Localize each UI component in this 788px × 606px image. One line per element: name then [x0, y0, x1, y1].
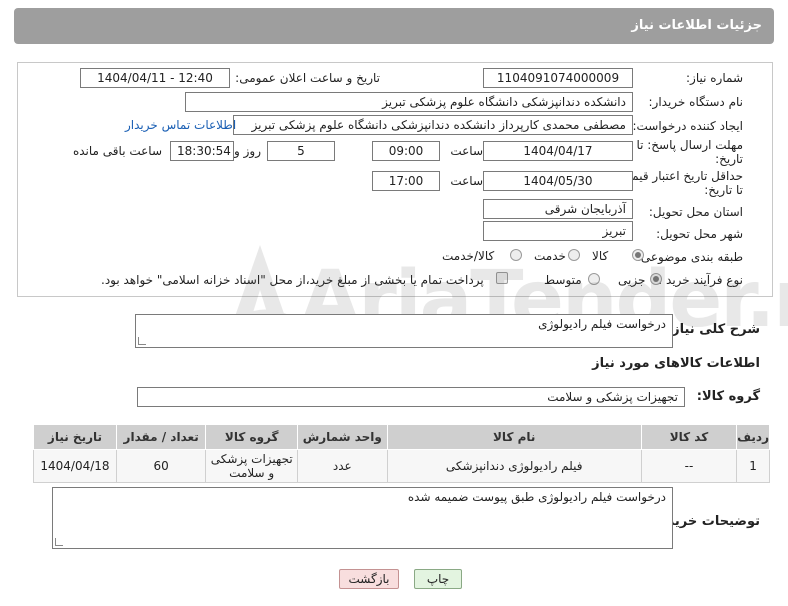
buyer-notes-text: درخواست فیلم رادیولوژی طبق پیوست ضمیمه ش… — [407, 490, 666, 504]
cell-row-number: 1 — [736, 449, 770, 483]
process-type-label: نوع فرآیند خرید : — [658, 273, 743, 287]
goods-section-title: اطلاعات کالاهای مورد نیاز — [592, 356, 760, 371]
print-button[interactable]: چاپ — [414, 569, 462, 589]
deadline-label-line1: مهلت ارسال پاسخ: تا — [636, 138, 743, 152]
days-remaining-field: 5 — [267, 141, 335, 161]
province-field: آذربایجان شرقی — [483, 199, 633, 219]
col-item-code: کد کالا — [640, 424, 738, 450]
col-item-group: گروه کالا — [205, 424, 298, 450]
items-table: ردیف کد کالا نام کالا واحد شمارش گروه کا… — [33, 424, 770, 483]
cell-need-date: 1404/04/18 — [33, 449, 117, 483]
deadline-time-label: ساعت — [450, 144, 483, 158]
process-medium-label: متوسط — [544, 273, 582, 287]
province-label: استان محل تحویل: — [648, 205, 743, 219]
cell-unit: عدد — [296, 449, 388, 483]
category-goods-service-radio[interactable] — [510, 249, 522, 261]
need-number-field: 1104091074000009 — [483, 68, 633, 88]
buyer-org-label: نام دستگاه خریدار: — [648, 95, 744, 109]
process-minor-label: جزیی — [618, 273, 646, 287]
resize-grip-icon[interactable] — [138, 337, 146, 345]
col-unit: واحد شمارش — [296, 424, 388, 450]
creator-field: مصطفی محمدی کارپرداز دانشکده دندانپزشکی … — [233, 115, 633, 135]
price-valid-label-line1: حداقل تاریخ اعتبار قیمت: — [616, 169, 743, 183]
summary-text: درخواست فیلم رادیولوژی — [538, 317, 666, 331]
category-goods-service-label: کالا/خدمت — [442, 249, 495, 263]
category-goods-label: کالا — [592, 249, 609, 263]
resize-grip-icon[interactable] — [55, 538, 63, 546]
goods-group-label: گروه کالا: — [696, 389, 760, 404]
page-header: جزئیات اطلاعات نیاز — [14, 8, 774, 44]
cell-item-group: تجهیزات پزشکی و سلامت — [205, 449, 298, 483]
treasury-payment-checkbox[interactable] — [496, 272, 508, 284]
back-button[interactable]: بازگشت — [339, 569, 399, 589]
col-need-date: تاریخ نیاز — [33, 424, 117, 450]
process-minor-radio[interactable] — [650, 273, 662, 285]
remaining-time-label: ساعت باقی مانده — [72, 144, 162, 158]
need-number-label: شماره نیاز: — [686, 71, 743, 85]
category-service-radio[interactable] — [568, 249, 580, 261]
table-row: 1 -- فیلم رادیولوژی دندانپزشکی عدد تجهیز… — [33, 449, 770, 483]
category-label: طبقه بندی موضوعی: — [636, 250, 743, 264]
table-header-row: ردیف کد کالا نام کالا واحد شمارش گروه کا… — [33, 424, 770, 450]
days-label: روز و — [234, 144, 261, 158]
summary-label: شرح کلی نیاز: — [666, 322, 760, 337]
goods-group-field: تجهیزات پزشکی و سلامت — [137, 387, 685, 407]
cell-item-name: فیلم رادیولوژی دندانپزشکی — [386, 449, 642, 483]
announce-datetime-label: تاریخ و ساعت اعلان عمومی: — [235, 71, 380, 85]
buyer-contact-link[interactable]: اطلاعات تماس خریدار — [125, 118, 236, 132]
treasury-payment-note: پرداخت تمام یا بخشی از مبلغ خرید،از محل … — [101, 273, 484, 287]
city-field: تبریز — [483, 221, 633, 241]
price-valid-time-field: 17:00 — [372, 171, 440, 191]
col-quantity: تعداد / مقدار — [115, 424, 207, 450]
col-row-number: ردیف — [736, 424, 770, 450]
deadline-date-field: 1404/04/17 — [483, 141, 633, 161]
page-title: جزئیات اطلاعات نیاز — [631, 18, 762, 33]
summary-textarea: درخواست فیلم رادیولوژی — [135, 314, 673, 348]
category-service-label: خدمت — [534, 249, 566, 263]
process-medium-radio[interactable] — [588, 273, 600, 285]
cell-quantity: 60 — [115, 449, 207, 483]
category-goods-radio[interactable] — [632, 249, 644, 261]
buyer-notes-textarea: درخواست فیلم رادیولوژی طبق پیوست ضمیمه ش… — [52, 487, 673, 549]
creator-label: ایجاد کننده درخواست: — [632, 119, 743, 133]
announce-datetime-field: 1404/04/11 - 12:40 — [80, 68, 230, 88]
buyer-org-field: دانشکده دندانپزشکی دانشگاه علوم پزشکی تب… — [185, 92, 633, 112]
price-valid-label-line2: تا تاریخ: — [704, 183, 743, 197]
col-item-name: نام کالا — [386, 424, 642, 450]
city-label: شهر محل تحویل: — [656, 227, 743, 241]
deadline-label-line2: تاریخ: — [715, 152, 743, 166]
price-valid-time-label: ساعت — [450, 174, 483, 188]
remaining-time-field: 18:30:54 — [170, 141, 234, 161]
cell-item-code: -- — [640, 449, 738, 483]
price-valid-date-field: 1404/05/30 — [483, 171, 633, 191]
deadline-time-field: 09:00 — [372, 141, 440, 161]
